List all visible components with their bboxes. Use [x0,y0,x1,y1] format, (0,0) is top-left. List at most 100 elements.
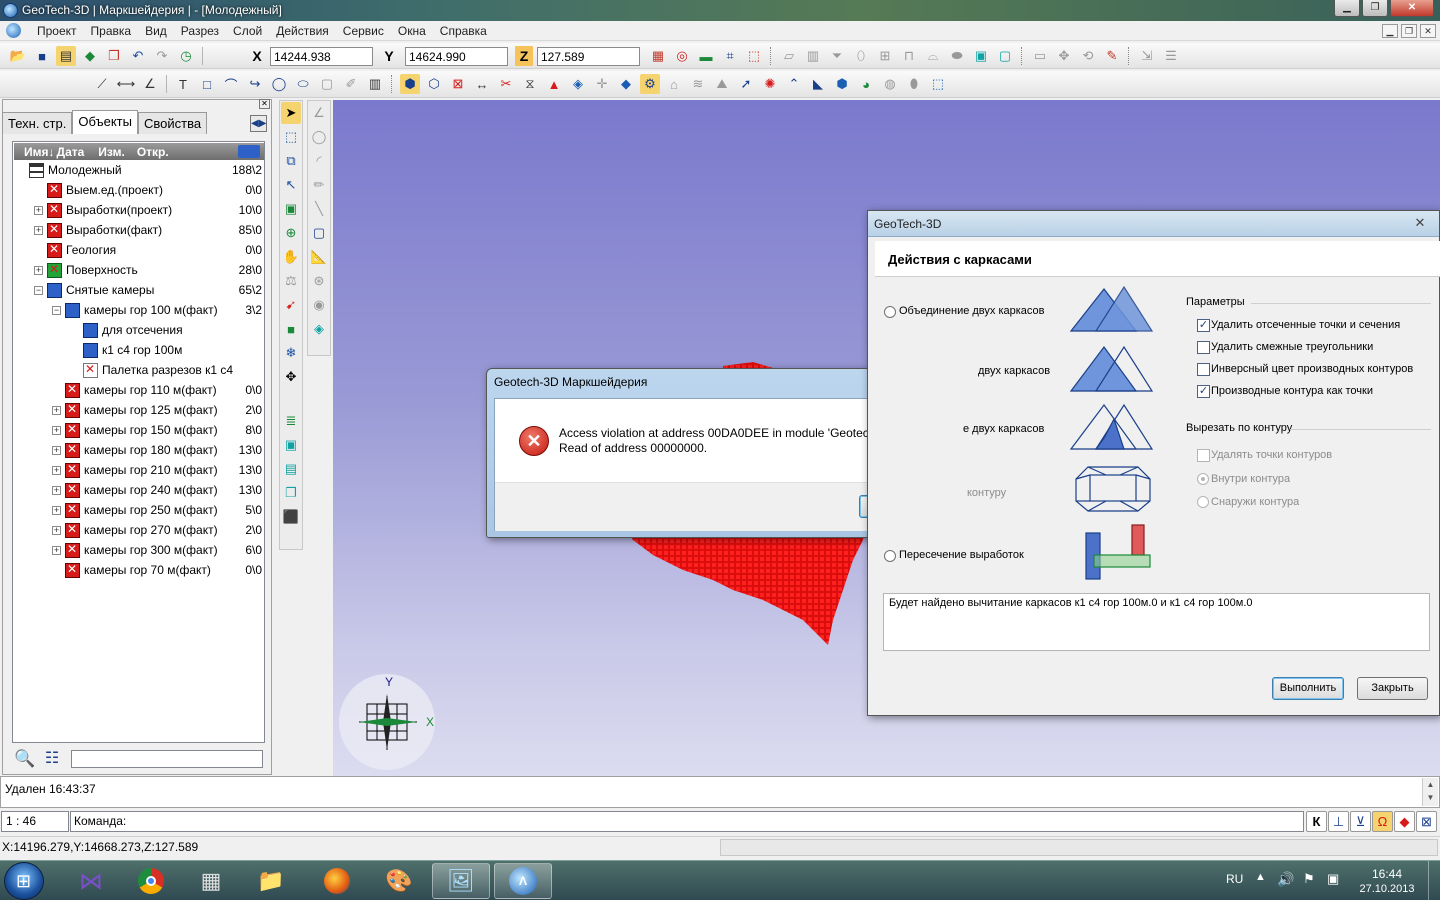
taskbar-photo-icon[interactable]: 🖼 [432,863,490,899]
snap-magnet-icon[interactable]: Ω [1372,811,1393,832]
building-icon[interactable]: ▥ [365,74,385,94]
ellipse-icon[interactable]: ⬭ [293,74,313,94]
mesh-ops-icon[interactable]: ⚙ [640,74,660,94]
param-checkbox-1[interactable] [1197,341,1210,354]
hex-icon[interactable]: ⬢ [832,74,852,94]
sphere-icon[interactable]: ◕ [856,74,876,94]
delete-solid-icon[interactable]: ⊠ [448,74,468,94]
tree-item[interactable]: для отсечения [16,320,262,340]
taskbar-calculator-icon[interactable]: ▦ [182,863,240,899]
snap-perpendicular-icon[interactable]: ⊥ [1328,811,1349,832]
blob2-icon[interactable]: ⬮ [904,74,924,94]
union-radio[interactable] [884,306,896,318]
tree-expander[interactable]: − [34,285,43,295]
orientation-compass[interactable]: Y X [339,674,435,770]
solid-icon[interactable]: ⬢ [400,74,420,94]
tree-item[interactable]: Молодежный 188\2 [16,160,262,180]
hand-icon[interactable]: ✋ [281,246,301,268]
taskbar-vs-icon[interactable]: ⋈ [62,863,120,899]
arch-icon[interactable]: ⌓ [923,46,943,66]
circle-tool-icon[interactable]: ◯ [309,126,329,148]
tree-item[interactable]: +Поверхность28\0 [16,260,262,280]
tree-item[interactable]: Выем.ед.(проект)0\0 [16,180,262,200]
clock-icon[interactable]: ◷ [176,46,196,66]
mdi-close-button[interactable]: ✕ [1420,24,1436,38]
select-box-icon[interactable]: ⬚ [281,126,301,148]
angle-tool-icon[interactable]: ∠ [309,102,329,124]
column-name[interactable]: Имя↓ [14,145,55,159]
find-user-icon[interactable]: 🔍 [14,748,36,770]
volume-icon[interactable]: 🔊 [1277,871,1294,888]
workings-intersection-radio[interactable] [884,550,896,562]
tree-expander[interactable]: + [52,485,61,495]
cylinder-icon[interactable]: ⬯ [851,46,871,66]
terrain-icon[interactable]: ⛰ [712,74,732,94]
move-icon[interactable]: ✥ [1054,46,1074,66]
sphere-tool-icon[interactable]: ◉ [309,294,329,316]
cut-icon[interactable]: ✂ [496,74,516,94]
pencil-tool-icon[interactable]: ✏ [309,174,329,196]
split-icon[interactable]: ↔ [472,74,492,94]
param-checkbox-0[interactable]: ✓ [1197,319,1210,332]
tree-item[interactable]: +камеры гор 240 м(факт)13\0 [16,480,262,500]
mdi-minimize-button[interactable]: ▁ [1382,24,1398,38]
menu-3[interactable]: Разрез [174,24,226,38]
show-desktop-button[interactable] [1428,861,1440,900]
dimension-icon[interactable]: ⟷ [116,74,136,94]
network-icon[interactable]: ⌗ [720,46,740,66]
tree-item[interactable]: +камеры гор 150 м(факт)8\0 [16,420,262,440]
tree-item[interactable]: +камеры гор 300 м(факт)6\0 [16,540,262,560]
document-icon[interactable] [6,23,21,38]
delete-contour-points-checkbox[interactable] [1197,449,1210,462]
teal-frame-icon[interactable]: ▣ [281,434,301,456]
maximize-button[interactable]: ❐ [1362,0,1388,17]
column-date[interactable]: Дата [55,145,85,159]
snap-grid-icon[interactable]: ⊠ [1416,811,1437,832]
tree-expander[interactable]: − [52,305,61,315]
mdi-restore-button[interactable]: ❐ [1401,24,1417,38]
snap-node-icon[interactable]: ◆ [1394,811,1415,832]
redo-icon[interactable]: ↷ [152,46,172,66]
text-icon[interactable]: T [173,74,193,94]
link-icon[interactable]: ⊕ [281,222,301,244]
snowflake-icon[interactable]: ❄ [281,342,301,364]
tree-item[interactable]: Палетка разрезов к1 с4 [16,360,262,380]
outside-contour-radio[interactable] [1197,496,1209,508]
frame-icon[interactable]: ⊞ [875,46,895,66]
export-icon[interactable]: ⇲ [1137,46,1157,66]
param-checkbox-3[interactable]: ✓ [1197,385,1210,398]
pen-icon[interactable]: ✐ [341,74,361,94]
tree-item[interactable]: камеры гор 110 м(факт)0\0 [16,380,262,400]
rect-icon[interactable]: ▭ [1030,46,1050,66]
column-open[interactable]: Откр. [125,145,169,159]
tree-expander[interactable]: + [52,445,61,455]
menu-5[interactable]: Действия [269,24,336,38]
surface-icon[interactable]: ▬ [696,46,716,66]
close-dialog-button[interactable]: Закрыть [1357,677,1428,700]
tree-expander[interactable]: + [52,405,61,415]
z-coordinate-field[interactable]: 127.589 [537,46,640,66]
filter-list-icon[interactable]: ☷ [41,748,63,770]
start-button[interactable]: ⊞ [4,862,44,900]
taskbar-chrome-icon[interactable] [122,863,180,899]
taskbar-geotech-icon[interactable]: Λ [494,863,552,899]
tab-properties[interactable]: Свойства [137,112,208,134]
paste-icon[interactable]: ▤ [56,46,76,66]
target-icon[interactable]: ◎ [672,46,692,66]
clock-date[interactable]: 27.10.2013 [1356,883,1418,895]
taskbar-explorer-icon[interactable]: 📁 [242,863,300,899]
cube-icon[interactable]: ⬚ [744,46,764,66]
tree-search-input[interactable] [71,750,263,768]
panel-close-icon[interactable]: ✕ [259,99,270,109]
tab-tech[interactable]: Техн. стр. [2,112,73,134]
curve-icon[interactable]: ↪ [245,74,265,94]
tree-expander[interactable]: + [34,265,43,275]
frame-solid-icon[interactable]: ⬚ [928,74,948,94]
green-box-icon[interactable]: ■ [281,318,301,340]
pointer-icon[interactable]: ➤ [281,102,301,124]
pan-icon[interactable]: ✥ [281,366,301,388]
tree-item[interactable]: +камеры гор 250 м(факт)5\0 [16,500,262,520]
teal-layer-icon[interactable]: ▤ [281,458,301,480]
language-indicator[interactable]: RU [1226,872,1243,886]
save-icon[interactable]: ■ [32,46,52,66]
